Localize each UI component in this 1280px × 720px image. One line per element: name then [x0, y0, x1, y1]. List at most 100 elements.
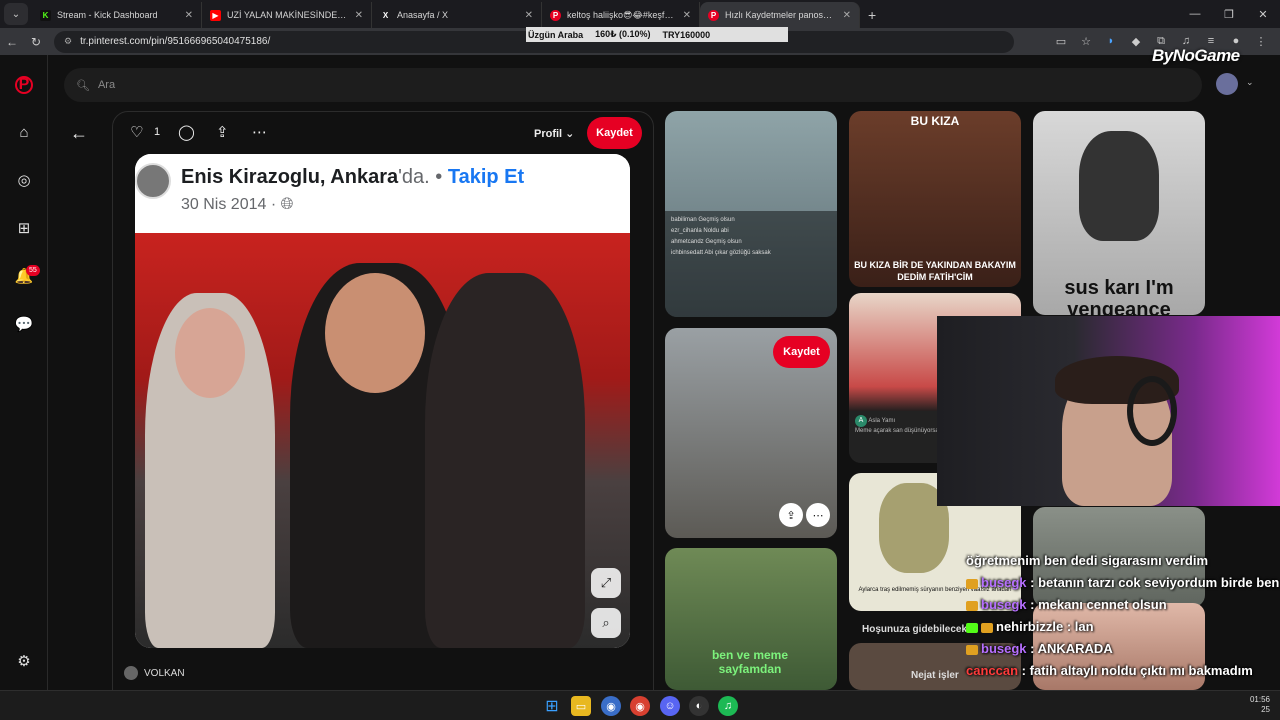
cast-icon[interactable]: ▭	[1052, 31, 1070, 51]
grid-pin-hospital[interactable]: babiliman Geçmiş olsun ezr_cihanla Noldu…	[665, 111, 837, 317]
ticker-name: Üzgün Araba	[528, 29, 584, 40]
pin-caption: Nejat işler	[911, 670, 959, 681]
badge-icon	[966, 578, 978, 589]
tab-title: keltoş haliişko😎😂#keşfet #	[567, 9, 677, 20]
tab-kick-dashboard[interactable]: K Stream - Kick Dashboard ✕	[32, 2, 202, 28]
save-button-label: Kaydet	[783, 346, 820, 358]
kick-icon: K	[40, 9, 51, 21]
discord-icon[interactable]: ☺	[660, 696, 680, 716]
chat-text: : fatih altaylı noldu çıktı mı bakmadım	[1021, 663, 1253, 678]
comment-text: Geçmiş olsun	[705, 239, 742, 245]
tab-title: Stream - Kick Dashboard	[57, 10, 158, 20]
search-placeholder: Ara	[97, 79, 116, 91]
chat-message: busegk : betanın tarzı cok seviyordum bi…	[966, 575, 1280, 590]
save-button[interactable]: Kaydet	[587, 117, 642, 149]
create-icon[interactable]: ⊞	[12, 216, 36, 240]
comment-user: ezr_cihanla	[671, 228, 702, 234]
pin-caption: Hoşunuza gidebilecek	[862, 624, 968, 635]
save-button[interactable]: Kaydet	[773, 336, 830, 368]
post-location: Ankara	[330, 166, 399, 188]
ticker-cap: TRY160000	[662, 29, 711, 40]
board-select[interactable]: Profil ⌄	[534, 127, 574, 140]
chat-user: busegk	[981, 641, 1027, 656]
ticker-price: 160₺ (0.10%)	[595, 29, 651, 39]
share-icon[interactable]: ⇪	[779, 503, 803, 527]
close-icon[interactable]: ✕	[683, 10, 691, 21]
photo-figure	[425, 273, 585, 648]
system-clock[interactable]: 01:56 25	[1250, 695, 1270, 715]
back-icon[interactable]: ←	[0, 30, 24, 54]
tab-youtube[interactable]: ▶ UZİ YALAN MAKİNESİNDE! | #P ✕	[202, 2, 372, 28]
grid-pin-meme[interactable]: ben ve meme sayfamdan	[665, 548, 837, 690]
badge-icon	[966, 600, 978, 611]
stream-chat: öğretmenim ben dedi sigarasını verdim bu…	[966, 553, 1280, 685]
pin-overlay-text: sus karı I'm	[1064, 277, 1174, 299]
comment-icon[interactable]: ◯	[178, 123, 195, 141]
settings-icon[interactable]: ⚙	[12, 649, 36, 673]
chrome-icon[interactable]: ◉	[630, 696, 650, 716]
maximize-icon[interactable]: ❐	[1212, 0, 1246, 28]
search-input[interactable]: 🔍︎ Ara	[64, 68, 1202, 102]
visual-search-icon[interactable]: ⌕	[591, 608, 621, 638]
tab-title: UZİ YALAN MAKİNESİNDE! | #P	[227, 10, 349, 20]
share-icon[interactable]: ⇪	[216, 123, 229, 141]
obs-icon[interactable]: ◐	[689, 696, 709, 716]
explore-icon[interactable]: ◎	[12, 168, 36, 192]
chat-user: nehirbizzle	[996, 619, 1064, 634]
chat-user: busegk	[981, 575, 1027, 590]
more-icon[interactable]: ⋯	[806, 503, 830, 527]
close-icon[interactable]: ✕	[843, 10, 851, 21]
extension-icon[interactable]: ◗	[1102, 31, 1120, 51]
pinterest-logo-icon[interactable]: P	[12, 73, 36, 97]
home-icon[interactable]: ⌂	[12, 120, 36, 144]
pin-overlay-text: BU KIZA BİR DE YAKINDAN BAKAYIM DEDİM FA…	[854, 260, 1016, 282]
tab-search-button[interactable]: ⌄	[4, 3, 28, 25]
comment-text: Abi çıkar gözlüğü saksak	[704, 250, 771, 256]
expand-icon[interactable]: ⤢	[591, 568, 621, 598]
back-arrow-icon[interactable]: ←	[70, 123, 88, 144]
badge-icon	[966, 644, 978, 655]
file-explorer-icon[interactable]: ▭	[571, 696, 591, 716]
chevron-down-icon[interactable]: ⌄	[1246, 77, 1254, 88]
window-controls: — ❐ ✕	[1178, 0, 1280, 28]
webcam-overlay	[937, 316, 1280, 506]
new-tab-button[interactable]: +	[860, 2, 884, 28]
avatar[interactable]	[1216, 73, 1238, 95]
close-icon[interactable]: ✕	[185, 10, 193, 21]
spotify-icon[interactable]: ♫	[718, 696, 738, 716]
chat-text: : mekanı cennet olsun	[1030, 597, 1167, 612]
more-icon[interactable]: ⋯	[252, 123, 267, 141]
menu-icon[interactable]: ⋮	[1252, 31, 1270, 51]
minimize-icon[interactable]: —	[1178, 0, 1212, 28]
tab-pinterest-1[interactable]: P keltoş haliişko😎😂#keşfet # ✕	[542, 2, 700, 28]
close-icon[interactable]: ✕	[525, 10, 533, 21]
pinterest-icon: P	[550, 9, 561, 21]
reload-icon[interactable]: ↻	[24, 30, 48, 54]
x-icon: X	[382, 10, 389, 20]
chat-user: canccan	[966, 663, 1019, 678]
tab-x[interactable]: X Anasayfa / X ✕	[372, 2, 542, 28]
tab-pinterest-active[interactable]: P Hızlı Kaydetmeler panosundaki ✕	[700, 2, 860, 28]
badge-icon	[981, 622, 993, 633]
extension-icon[interactable]: ◆	[1127, 31, 1145, 51]
brand-logo: ByNoGame	[1152, 46, 1240, 66]
comment-avatar-icon: A	[855, 415, 867, 427]
grid-pin-bu-kiza[interactable]: BU KIZA BU KIZA BİR DE YAKINDAN BAKAYIM …	[849, 111, 1021, 287]
post-avatar	[135, 163, 171, 199]
close-icon[interactable]: ✕	[355, 10, 363, 21]
messages-icon[interactable]: 💬	[12, 312, 36, 336]
chrome-icon[interactable]: ◉	[601, 696, 621, 716]
bookmark-star-icon[interactable]: ☆	[1077, 31, 1095, 51]
chat-text: : lan	[1066, 619, 1094, 634]
tab-title: Hızlı Kaydetmeler panosundaki	[725, 10, 837, 20]
comment-user: ahmetcandz	[671, 239, 704, 245]
chat-message: canccan : fatih altaylı noldu çıktı mı b…	[966, 663, 1280, 678]
close-window-icon[interactable]: ✕	[1246, 0, 1280, 28]
pin-image[interactable]: Enis Kirazoglu, Ankara'da. • Takip Et 30…	[135, 154, 630, 648]
board-owner[interactable]: VOLKAN	[124, 666, 185, 680]
grid-pin-batman[interactable]: sus karı I'm vengeance	[1033, 111, 1205, 315]
heart-icon[interactable]: ♡	[130, 123, 143, 141]
windows-start-icon[interactable]: ⊞	[542, 696, 562, 716]
site-info-icon[interactable]: ⚙	[64, 36, 72, 47]
comment-user: ichbinsedatt	[671, 250, 704, 256]
